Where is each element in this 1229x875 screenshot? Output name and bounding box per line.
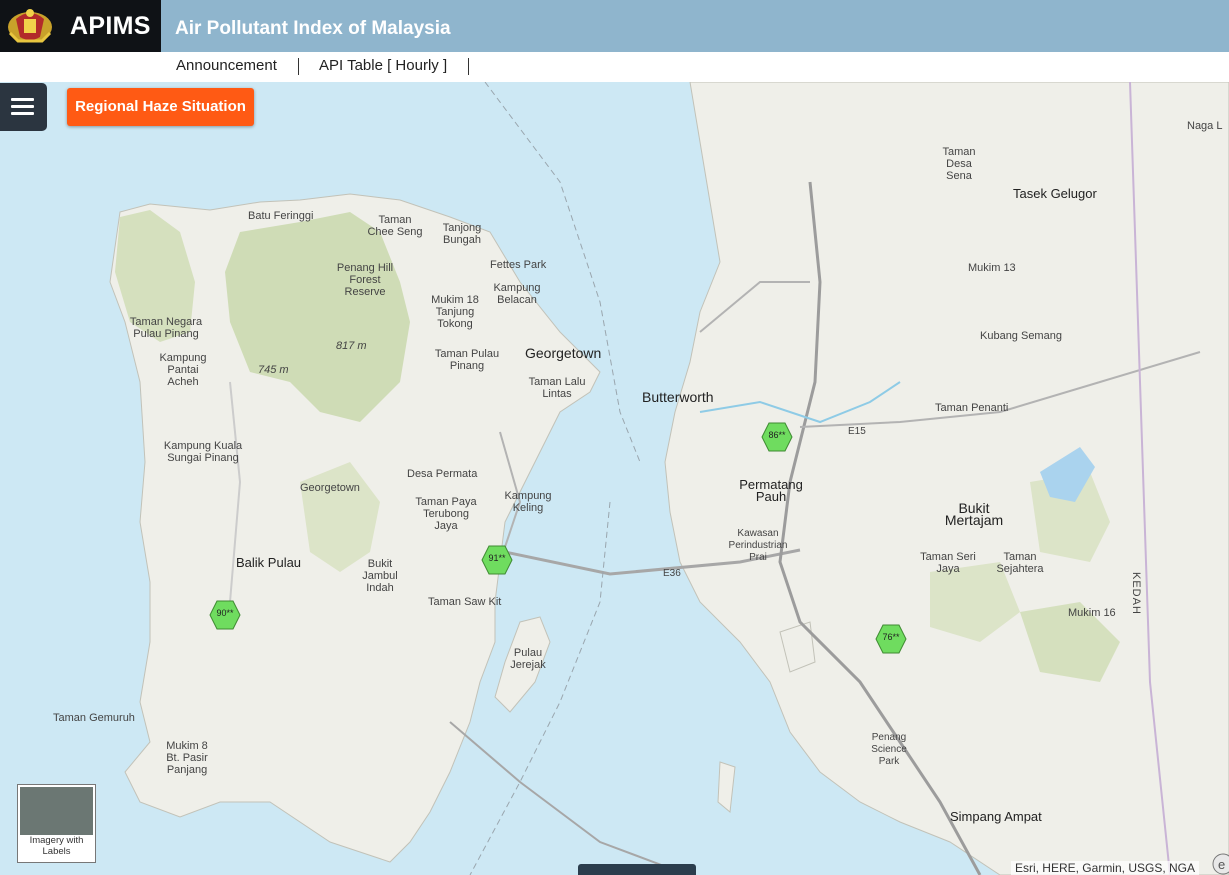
map-label: Kampung Pantai Acheh [159, 352, 207, 388]
map-label: Taman Negara Pulau Pinang [129, 316, 203, 340]
api-station-marker[interactable]: 91** [481, 544, 513, 576]
hamburger-menu-icon [11, 98, 34, 101]
svg-text:e: e [1218, 857, 1225, 872]
brand-block[interactable]: APIMS [0, 0, 161, 52]
map-label: Taman Saw Kit [428, 596, 502, 608]
map-label: Mukim 8 Bt. Pasir Panjang [166, 740, 208, 776]
api-value: 86** [768, 430, 786, 440]
map-label-town: Bukit Mertajam [944, 500, 1004, 528]
map-label: Georgetown [300, 482, 360, 494]
map-label: Bukit Jambul Indah [362, 558, 398, 594]
api-value: 90** [216, 608, 234, 618]
map-label-town: Simpang Ampat [950, 809, 1042, 824]
api-value: 76** [882, 632, 900, 642]
app-subtitle: Air Pollutant Index of Malaysia [175, 18, 451, 39]
malaysia-coat-of-arms-icon [8, 9, 52, 43]
nav-divider [298, 58, 299, 75]
map-label: Kampung Belacan [493, 282, 541, 306]
map-label: Taman Paya Terubong Jaya [415, 496, 477, 532]
map-label: Taman Seri Jaya [920, 551, 976, 575]
esri-logo-icon: e [1212, 853, 1229, 875]
map-view[interactable]: Batu Feringgi Taman Chee Seng Tanjong Bu… [0, 82, 1229, 875]
map-label: Batu Feringgi [248, 210, 314, 222]
map-label: Tanjong Bungah [442, 222, 482, 246]
map-label-elevation: 817 m [336, 340, 367, 352]
map-label: Kawasan Perindustrian Prai [728, 528, 788, 563]
map-label-road: E15 [848, 426, 866, 437]
api-value: 91** [488, 553, 506, 563]
brand-title: APIMS [70, 12, 151, 40]
map-label: Mukim 18 Tanjung Tokong [431, 294, 479, 330]
hamburger-menu-icon [11, 112, 34, 115]
hamburger-menu-button[interactable] [0, 83, 47, 131]
map-label: Mukim 16 [1068, 607, 1116, 619]
basemap-toggle[interactable]: Imagery with Labels [17, 784, 96, 863]
map-label: Taman Pulau Pinang [434, 348, 500, 372]
map-attribution: Esri, HERE, Garmin, USGS, NGA [1010, 861, 1199, 875]
map-label: Kampung Kuala Sungai Pinang [163, 440, 243, 464]
map-label-road: E36 [663, 568, 681, 579]
map-label: Taman Desa Sena [942, 146, 976, 182]
map-label: Taman Penanti [935, 402, 1009, 414]
app-header: APIMS Air Pollutant Index of Malaysia [0, 0, 1229, 52]
nav-divider [468, 58, 469, 75]
map-label-town: Tasek Gelugor [1013, 186, 1097, 201]
map-label-state: KEDAH [1130, 572, 1142, 615]
map-label: Desa Permata [407, 468, 478, 480]
map-label: Taman Gemuruh [53, 712, 135, 724]
map-label: Penang Hill Forest Reserve [336, 262, 394, 298]
basemap-thumbnail [20, 787, 93, 835]
map-label: Taman Chee Seng [367, 214, 423, 238]
api-station-marker[interactable]: 76** [875, 623, 907, 655]
map-label: Taman Sejahtera [996, 551, 1044, 575]
map-label-elevation: 745 m [258, 364, 289, 376]
nav-announcement[interactable]: Announcement [176, 57, 277, 74]
map-label: Naga L [1187, 120, 1223, 132]
nav-api-table[interactable]: API Table [ Hourly ] [319, 57, 447, 74]
map-label-city: Butterworth [642, 389, 714, 405]
map-label: Penang Science Park [871, 732, 907, 767]
api-station-marker[interactable]: 86** [761, 421, 793, 453]
basemap-label: Imagery with Labels [29, 835, 84, 857]
map-label-town: Permatang Pauh [739, 477, 803, 504]
api-station-marker[interactable]: 90** [209, 599, 241, 631]
map-label: Taman Lalu Lintas [528, 376, 586, 400]
map-label: Mukim 13 [968, 262, 1016, 274]
nav-bar: Announcement API Table [ Hourly ] [0, 52, 1229, 83]
map-label-city: Georgetown [525, 345, 602, 361]
regional-haze-button[interactable]: Regional Haze Situation [67, 88, 254, 126]
hamburger-menu-icon [11, 105, 34, 108]
bottom-panel-tab[interactable] [578, 864, 696, 875]
map-label-town: Balik Pulau [236, 555, 302, 570]
map-label: Pulau Jerejak [510, 647, 546, 671]
map-label: Kubang Semang [980, 330, 1062, 342]
map-label: Fettes Park [490, 259, 547, 271]
map-label: Kampung Keling [504, 490, 552, 514]
